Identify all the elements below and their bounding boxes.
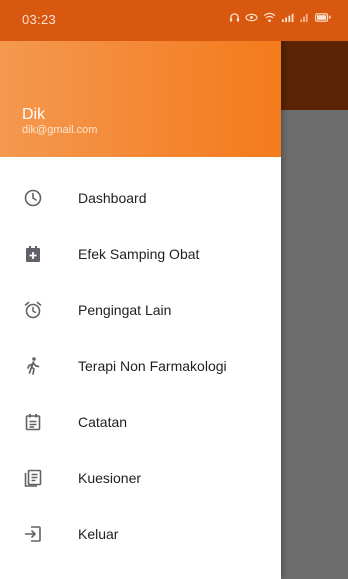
- menu-item-label: Catatan: [78, 414, 128, 430]
- menu-item-label: Dashboard: [78, 190, 147, 206]
- signal-2-icon: [299, 12, 309, 26]
- alarm-clock-icon: [22, 299, 44, 321]
- signal-icon: [281, 12, 294, 26]
- navigation-drawer: Dik dik@gmail.com Dashboard Efek Samping…: [0, 0, 281, 579]
- user-email: dik@gmail.com: [22, 124, 98, 136]
- eye-icon: [245, 12, 258, 26]
- menu-item-keluar[interactable]: Keluar: [0, 506, 281, 562]
- menu-item-terapi-non-farmakologi[interactable]: Terapi Non Farmakologi: [0, 338, 281, 394]
- menu-item-dashboard[interactable]: Dashboard: [0, 170, 281, 226]
- menu-item-label: Kuesioner: [78, 470, 142, 486]
- logout-icon: [22, 523, 44, 545]
- questionnaire-icon: [22, 467, 44, 489]
- status-icons: [229, 12, 332, 26]
- menu-item-label: Pengingat Lain: [78, 302, 172, 318]
- menu-item-pengingat-lain[interactable]: Pengingat Lain: [0, 282, 281, 338]
- menu-item-kuesioner[interactable]: Kuesioner: [0, 450, 281, 506]
- drawer-menu: Dashboard Efek Samping Obat Pengingat La…: [0, 170, 281, 562]
- status-bar: 03:23: [0, 0, 348, 41]
- menu-item-label: Efek Samping Obat: [78, 246, 200, 262]
- notes-icon: [22, 411, 44, 433]
- calendar-add-icon: [22, 243, 44, 265]
- menu-item-label: Keluar: [78, 526, 119, 542]
- clock-icon: [22, 187, 44, 209]
- user-name: Dik: [22, 106, 46, 123]
- status-time: 03:23: [22, 12, 57, 27]
- walking-person-icon: [22, 355, 44, 377]
- menu-item-efek-samping-obat[interactable]: Efek Samping Obat: [0, 226, 281, 282]
- menu-item-catatan[interactable]: Catatan: [0, 394, 281, 450]
- drawer-header: Dik dik@gmail.com: [0, 41, 281, 157]
- headphones-icon: [229, 12, 240, 26]
- wifi-icon: [263, 12, 276, 26]
- battery-charging-icon: [314, 12, 332, 26]
- menu-item-label: Terapi Non Farmakologi: [78, 358, 227, 374]
